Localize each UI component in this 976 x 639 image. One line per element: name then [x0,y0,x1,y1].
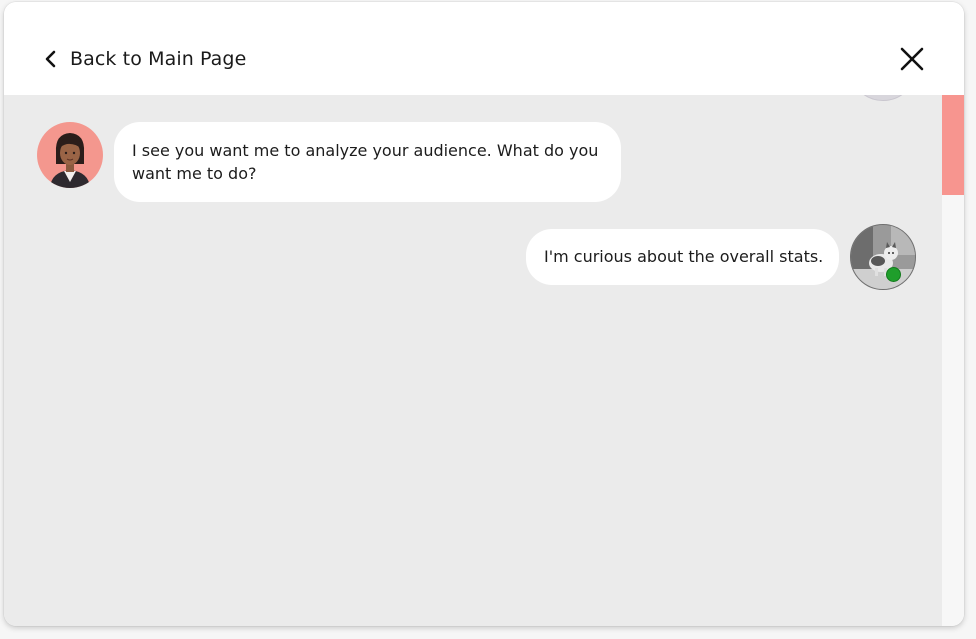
back-link-label: Back to Main Page [70,48,247,70]
close-icon[interactable] [899,46,925,72]
agent-message-bubble: I see you want me to analyze your audien… [114,122,621,202]
previous-message-avatar [849,95,917,101]
agent-avatar-illustration [50,133,90,188]
cat-photo-avatar [851,225,915,289]
user-avatar [850,224,916,290]
back-to-main-page-link[interactable]: Back to Main Page [44,42,246,76]
scrollbar-track[interactable] [942,95,964,626]
chat-messages-area[interactable]: I see you want me to analyze your audien… [4,95,942,626]
user-message-bubble: I'm curious about the overall stats. [526,229,839,285]
online-status-indicator [886,267,901,282]
agent-avatar [37,122,103,188]
scrollbar-thumb[interactable] [942,95,964,195]
chat-header: Back to Main Page [4,2,964,95]
chevron-left-icon [45,50,56,68]
chat-window: Back to Main Page I see you want me to a… [4,2,964,626]
